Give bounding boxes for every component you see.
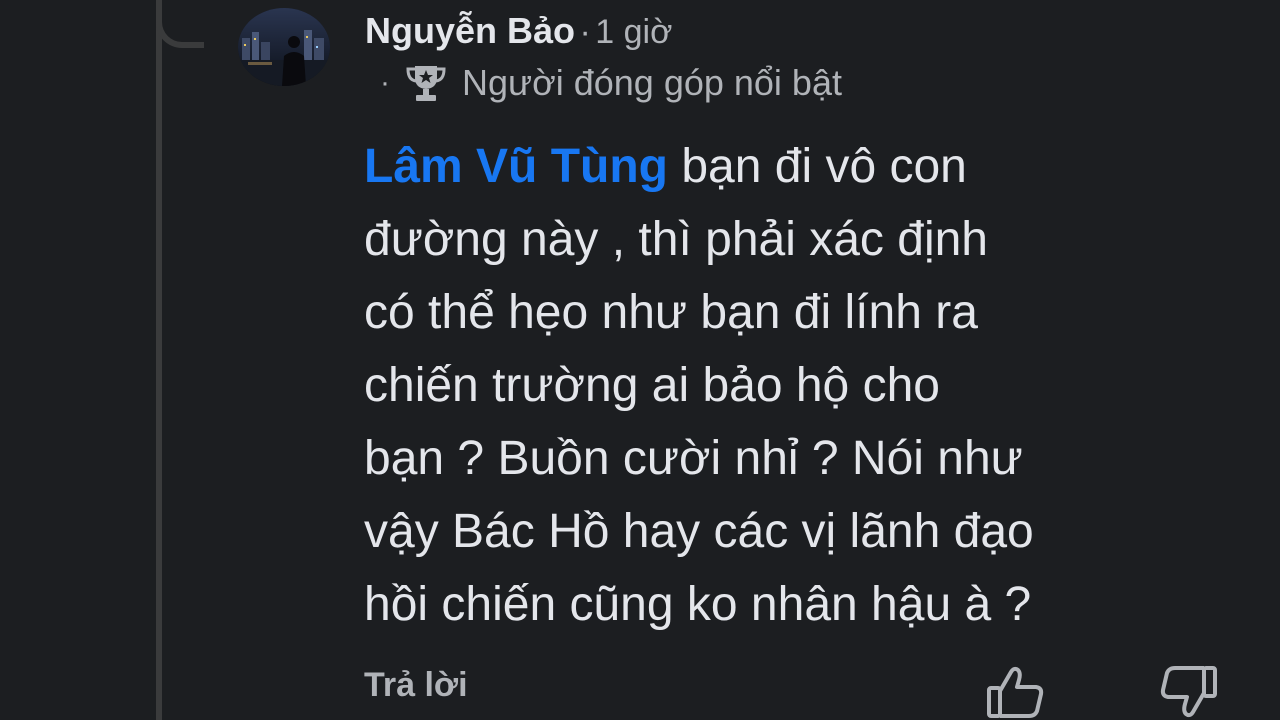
reply-button[interactable]: Trả lời xyxy=(364,666,468,705)
upvote-button[interactable] xyxy=(984,664,1048,720)
comment-line-text: bạn đi vô con xyxy=(667,140,967,193)
avatar[interactable] xyxy=(238,8,330,86)
mention-link[interactable]: Lâm Vũ Tùng xyxy=(364,140,668,193)
comment-line: Lâm Vũ Tùng bạn đi vô con xyxy=(364,130,1244,203)
comment-line: bạn ? Buồn cười nhỉ ? Nói như xyxy=(364,432,1023,485)
thread-connector xyxy=(156,0,204,48)
author-name[interactable]: Nguyễn Bảo xyxy=(365,10,575,51)
badge-label: Người đóng góp nổi bật xyxy=(462,62,842,103)
badge-separator: · xyxy=(380,66,390,99)
comment-line: có thể hẹo như bạn đi lính ra xyxy=(364,286,978,339)
downvote-button[interactable] xyxy=(1156,664,1220,720)
comment-line: vậy Bác Hồ hay các vị lãnh đạo xyxy=(364,505,1034,558)
thread-line xyxy=(156,0,162,720)
time-separator: · xyxy=(579,13,591,51)
trophy-icon xyxy=(406,66,446,101)
timestamp[interactable]: 1 giờ xyxy=(595,13,672,51)
comment-line: chiến trường ai bảo hộ cho xyxy=(364,359,940,412)
contributor-badge: · Người đóng góp nổi bật xyxy=(380,62,842,104)
comment-header: Nguyễn Bảo · 1 giờ xyxy=(365,10,672,52)
avatar-image xyxy=(238,8,330,86)
comment-line: đường này , thì phải xác định xyxy=(364,213,988,266)
thumbs-up-icon xyxy=(987,666,1044,718)
comment-line: hồi chiến cũng ko nhân hậu à ? xyxy=(364,578,1032,631)
comment-text: Lâm Vũ Tùng bạn đi vô con đường này , th… xyxy=(364,130,1244,641)
comment-thread: Nguyễn Bảo · 1 giờ · Người đóng góp nổi … xyxy=(0,0,1280,720)
thumbs-down-icon xyxy=(1160,666,1217,718)
